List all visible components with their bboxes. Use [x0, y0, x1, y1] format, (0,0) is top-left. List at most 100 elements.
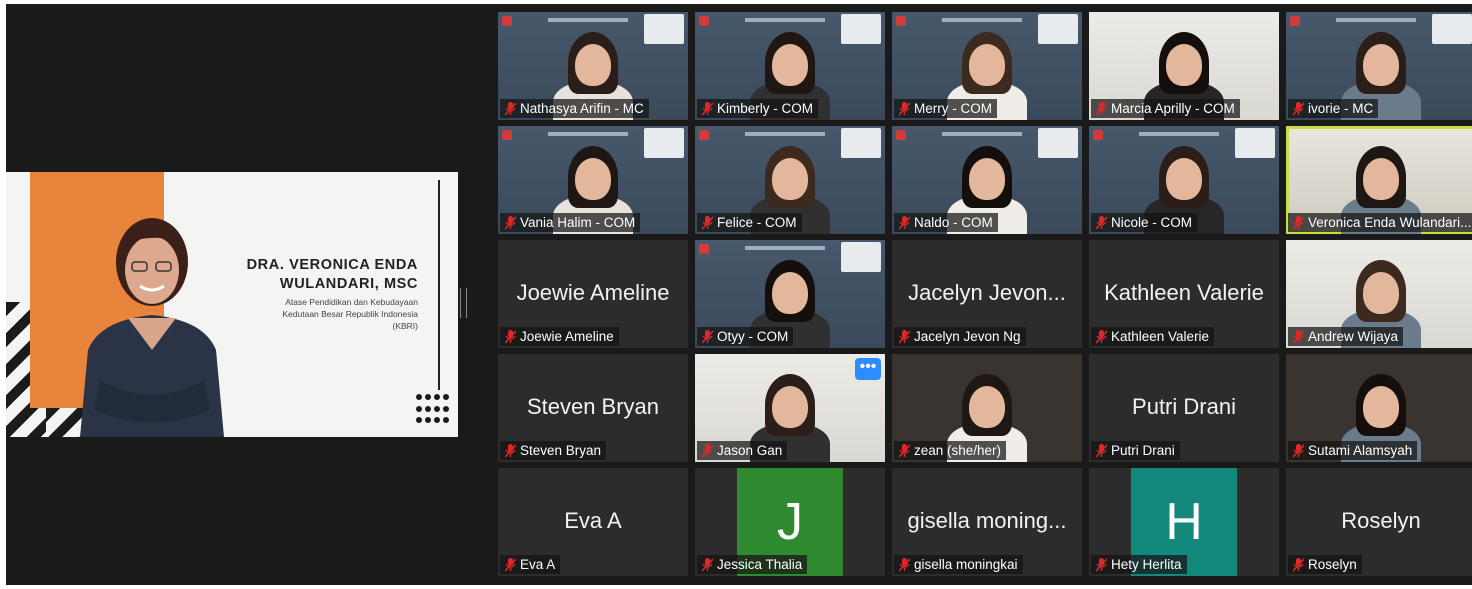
participant-name: Jason Gan: [717, 443, 783, 458]
participant-name-label: Naldo - COM: [894, 213, 998, 232]
meeting-window: DRA. VERONICA ENDA WULANDARI, MSC Atase …: [6, 4, 1472, 585]
participant-name: Andrew Wijaya: [1308, 329, 1399, 344]
participant-name: Vania Halim - COM: [520, 215, 636, 230]
participant-tile[interactable]: gisella moning... gisella moningkai: [892, 468, 1082, 576]
participant-name-label: Otyy - COM: [697, 327, 794, 346]
participant-name: Felice - COM: [717, 215, 797, 230]
participant-name-label: Jacelyn Jevon Ng: [894, 327, 1026, 346]
participant-name-label: Joewie Ameline: [500, 327, 619, 346]
participant-name: Jacelyn Jevon Ng: [914, 329, 1021, 344]
participant-name: Kimberly - COM: [717, 101, 814, 116]
participant-display-name: Putri Drani: [1132, 394, 1236, 419]
participant-tile[interactable]: Kimberly - COM: [695, 12, 885, 120]
participant-tile[interactable]: Felice - COM: [695, 126, 885, 234]
participant-display-name: Kathleen Valerie: [1104, 280, 1264, 305]
participant-name-label: Roselyn: [1288, 555, 1362, 574]
participant-tile[interactable]: Merry - COM: [892, 12, 1082, 120]
participant-name-label: Nicole - COM: [1091, 213, 1198, 232]
virtual-background: [892, 12, 1082, 44]
participant-name-label: Jason Gan: [697, 441, 788, 460]
muted-mic-icon: [702, 330, 713, 344]
participant-name: Sutami Alamsyah: [1308, 443, 1413, 458]
participant-display-name: gisella moning...: [907, 508, 1067, 533]
participant-tile[interactable]: ivorie - MC: [1286, 12, 1472, 120]
participant-tile[interactable]: ••• Jason Gan: [695, 354, 885, 462]
participant-name: Nicole - COM: [1111, 215, 1193, 230]
split-view-handle[interactable]: [460, 288, 467, 318]
participant-tile[interactable]: Naldo - COM: [892, 126, 1082, 234]
participant-name: Merry - COM: [914, 101, 992, 116]
participant-name-label: Vania Halim - COM: [500, 213, 641, 232]
participant-name-label: Andrew Wijaya: [1288, 327, 1404, 346]
muted-mic-icon: [702, 444, 713, 458]
participant-name: Roselyn: [1308, 557, 1357, 572]
muted-mic-icon: [505, 444, 516, 458]
participant-tile[interactable]: Jacelyn Jevon... Jacelyn Jevon Ng: [892, 240, 1082, 348]
participant-name: Hety Herlita: [1111, 557, 1182, 572]
muted-mic-icon: [1096, 216, 1107, 230]
participant-tile[interactable]: J Jessica Thalia: [695, 468, 885, 576]
more-options-button[interactable]: •••: [855, 358, 881, 380]
muted-mic-icon: [1293, 444, 1304, 458]
muted-mic-icon: [899, 330, 910, 344]
participant-tile[interactable]: Andrew Wijaya: [1286, 240, 1472, 348]
participant-tile[interactable]: Eva A Eva A: [498, 468, 688, 576]
avatar-letter: J: [777, 493, 803, 551]
participant-tile[interactable]: Putri Drani Putri Drani: [1089, 354, 1279, 462]
participant-name-label: Jessica Thalia: [697, 555, 808, 574]
muted-mic-icon: [1096, 444, 1107, 458]
participant-name: Putri Drani: [1111, 443, 1175, 458]
participant-name-label: Merry - COM: [894, 99, 997, 118]
muted-mic-icon: [702, 102, 713, 116]
participant-name-label: Steven Bryan: [500, 441, 607, 460]
participant-name-label: zean (she/her): [894, 441, 1007, 460]
participant-tile[interactable]: Nathasya Arifin - MC: [498, 12, 688, 120]
muted-mic-icon: [1293, 558, 1304, 572]
participant-name-label: Nathasya Arifin - MC: [500, 99, 649, 118]
participant-tile[interactable]: Veronica Enda Wulandari...: [1286, 126, 1472, 234]
virtual-background: [498, 126, 688, 158]
participant-tile[interactable]: H Hety Herlita: [1089, 468, 1279, 576]
participant-tile[interactable]: Sutami Alamsyah: [1286, 354, 1472, 462]
participant-tile[interactable]: Kathleen Valerie Kathleen Valerie: [1089, 240, 1279, 348]
participant-name-label: ivorie - MC: [1288, 99, 1379, 118]
participant-name-label: gisella moningkai: [894, 555, 1023, 574]
muted-mic-icon: [1096, 330, 1107, 344]
participant-name: Joewie Ameline: [520, 329, 614, 344]
muted-mic-icon: [1293, 216, 1304, 230]
participant-tile[interactable]: Joewie Ameline Joewie Ameline: [498, 240, 688, 348]
participant-name: Marcia Aprilly - COM: [1111, 101, 1235, 116]
virtual-background: [892, 126, 1082, 158]
participant-display-name: Eva A: [564, 508, 622, 533]
participant-name-label: Veronica Enda Wulandari...: [1288, 213, 1472, 232]
participant-display-name: Joewie Ameline: [516, 280, 670, 305]
speaker-name: DRA. VERONICA ENDA WULANDARI, MSC: [246, 257, 418, 292]
participant-tile[interactable]: Steven Bryan Steven Bryan: [498, 354, 688, 462]
participant-name-label: Marcia Aprilly - COM: [1091, 99, 1240, 118]
participant-tile[interactable]: Vania Halim - COM: [498, 126, 688, 234]
virtual-background: [1089, 126, 1279, 158]
participant-name: gisella moningkai: [914, 557, 1018, 572]
slide-divider: [438, 180, 440, 390]
participant-name: Eva A: [520, 557, 556, 572]
participant-tile[interactable]: Nicole - COM: [1089, 126, 1279, 234]
participant-name-label: Hety Herlita: [1091, 555, 1187, 574]
muted-mic-icon: [1096, 102, 1107, 116]
participant-name-label: Felice - COM: [697, 213, 802, 232]
muted-mic-icon: [702, 216, 713, 230]
shared-screen[interactable]: DRA. VERONICA ENDA WULANDARI, MSC Atase …: [6, 172, 458, 437]
participant-display-name: Steven Bryan: [526, 394, 660, 419]
muted-mic-icon: [899, 102, 910, 116]
participant-tile[interactable]: zean (she/her): [892, 354, 1082, 462]
participant-tile[interactable]: Roselyn Roselyn: [1286, 468, 1472, 576]
muted-mic-icon: [505, 216, 516, 230]
virtual-background: [695, 126, 885, 158]
participant-tile[interactable]: Marcia Aprilly - COM: [1089, 12, 1279, 120]
participant-name: ivorie - MC: [1308, 101, 1374, 116]
muted-mic-icon: [1293, 330, 1304, 344]
muted-mic-icon: [899, 558, 910, 572]
participant-tile[interactable]: Otyy - COM: [695, 240, 885, 348]
participant-display-name: Jacelyn Jevon...: [908, 280, 1066, 305]
participant-name: Naldo - COM: [914, 215, 993, 230]
participant-name-label: Kimberly - COM: [697, 99, 819, 118]
